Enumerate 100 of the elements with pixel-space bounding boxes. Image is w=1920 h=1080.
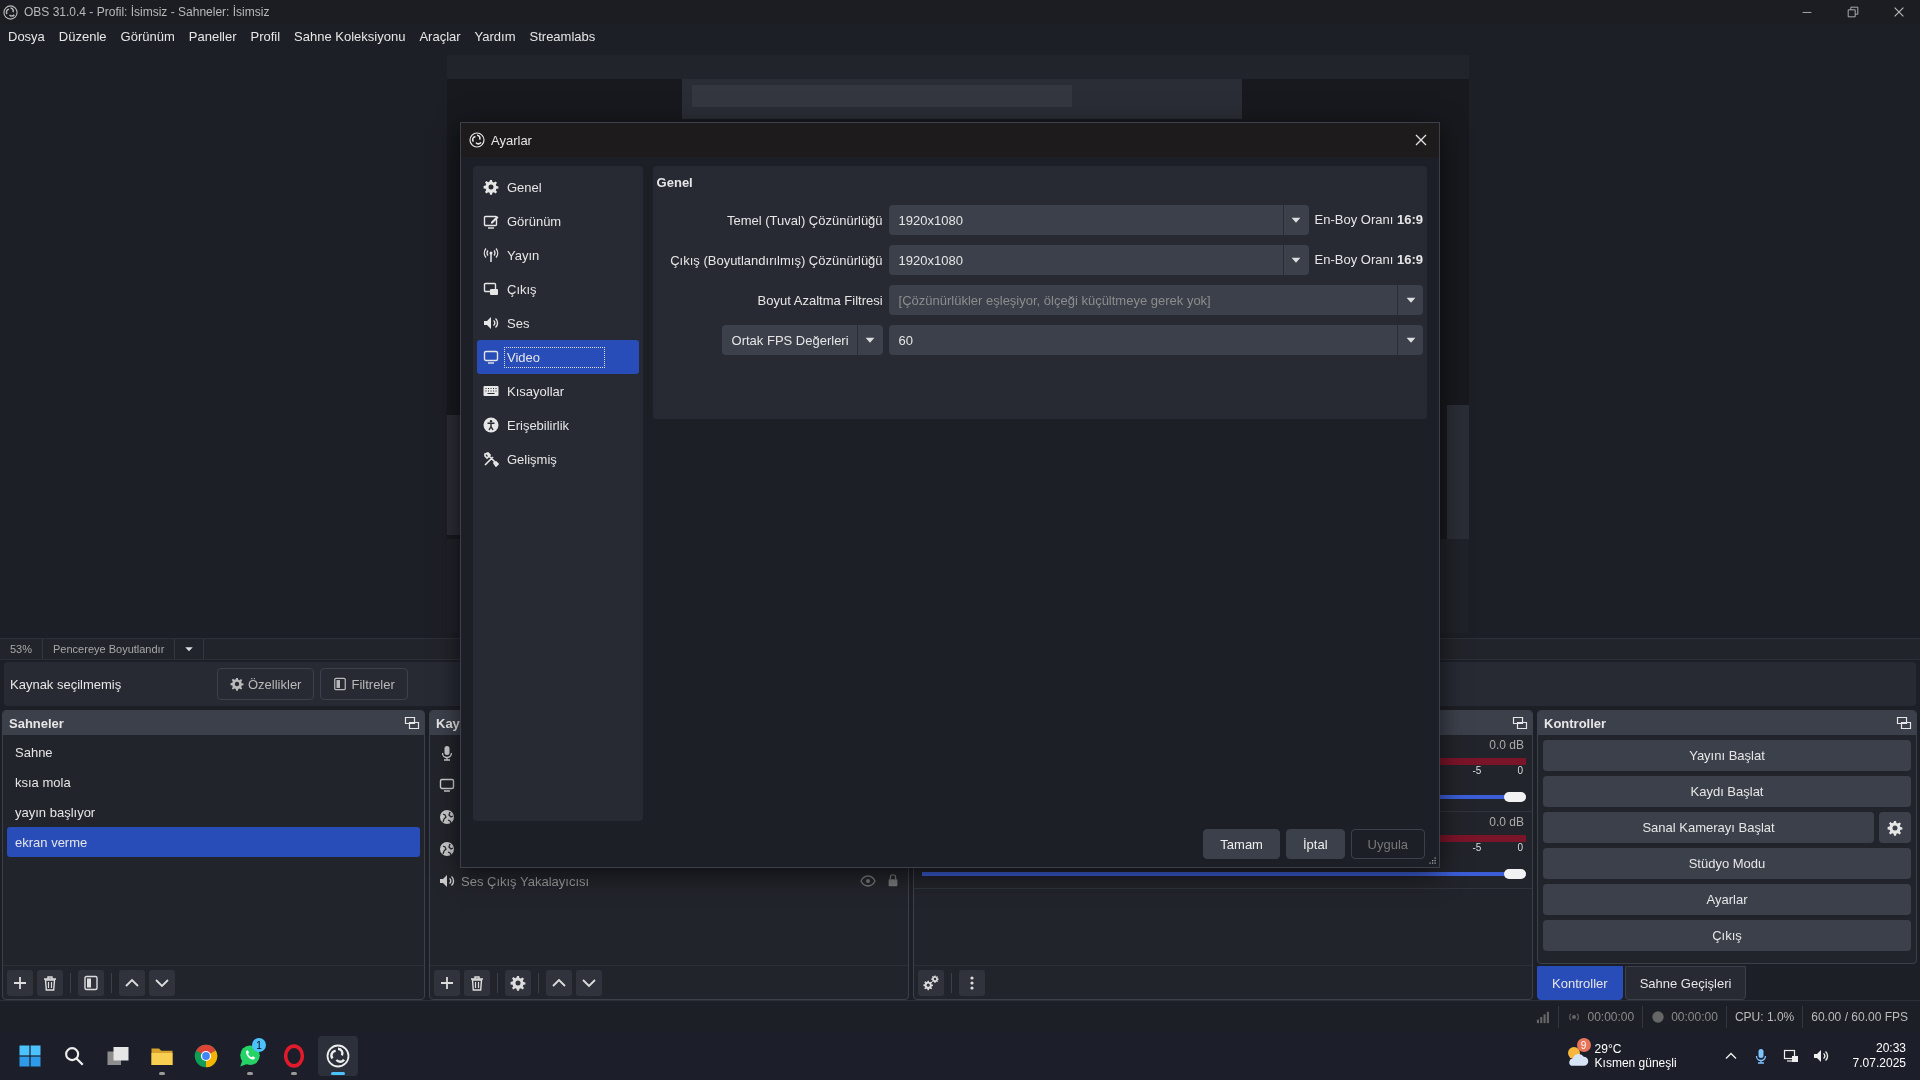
weather-alert-badge: 9 [1576, 1038, 1591, 1052]
control-button[interactable]: Stüdyo Modu [1543, 848, 1911, 879]
meter-tick-label: 0 [1517, 842, 1523, 855]
menu-item[interactable]: Paneller [181, 25, 244, 47]
volume-icon[interactable] [1812, 1048, 1829, 1064]
move-up-button[interactable] [119, 969, 145, 996]
fps-type-dropdown[interactable]: Ortak FPS Değerleri [721, 325, 883, 355]
dock-tab[interactable]: Sahne Geçişleri [1624, 966, 1747, 1000]
undock-icon[interactable] [1896, 715, 1912, 731]
keyboard-icon [483, 383, 499, 399]
menu-item[interactable]: Araçlar [412, 25, 468, 47]
category-item[interactable]: Yayın [477, 238, 639, 272]
add-button[interactable] [7, 969, 33, 996]
obs-logo-icon[interactable] [326, 1044, 350, 1068]
trash-icon [42, 974, 58, 991]
category-item[interactable]: Erişebilirlik [477, 408, 639, 442]
globe-icon [439, 809, 455, 825]
mixer-menu-button[interactable] [959, 969, 985, 996]
menu-item[interactable]: Sahne Koleksiyonu [287, 25, 413, 47]
menu-item[interactable]: Düzenle [51, 25, 114, 47]
clock-time[interactable]: 20:33 [1875, 1041, 1906, 1056]
plus-icon [12, 974, 28, 991]
menu-item[interactable]: Görünüm [113, 25, 182, 47]
filters-button[interactable]: Filtreler [320, 668, 408, 700]
menu-item[interactable]: Streamlabs [522, 25, 603, 47]
scene-item[interactable]: ekran verme [7, 827, 420, 857]
eye-icon[interactable] [860, 873, 876, 889]
ring-icon[interactable] [282, 1044, 306, 1068]
restore-icon[interactable] [1846, 5, 1860, 19]
settings-button[interactable] [1879, 812, 1911, 843]
aspect-ratio-label: En-Boy Oranı 16:9 [1314, 211, 1423, 229]
control-button[interactable]: Yayını Başlat [1543, 740, 1911, 771]
add-button[interactable] [434, 969, 460, 996]
move-up-button[interactable] [546, 969, 572, 996]
cancel-button[interactable]: İptal [1285, 829, 1345, 859]
scene-item[interactable]: ksıa mola [7, 767, 420, 797]
menu-item[interactable]: Yardım [467, 25, 523, 47]
network-icon[interactable] [1782, 1048, 1799, 1064]
menu-item[interactable]: Profil [243, 25, 288, 47]
temperature: 29°C [1594, 1042, 1623, 1056]
scene-item[interactable]: yayın başlıyor [7, 797, 420, 827]
dropdown-field[interactable]: 1920x1080 [888, 205, 1309, 235]
gear-icon [1887, 819, 1903, 836]
output-icon [483, 281, 499, 297]
clock-date[interactable]: 7.07.2025 [1852, 1056, 1906, 1071]
undock-icon[interactable] [1512, 715, 1528, 731]
field-label: Boyut Azaltma Filtresi [756, 291, 883, 310]
search-icon[interactable] [64, 1046, 84, 1066]
category-item[interactable]: Genel [477, 170, 639, 204]
lock-icon[interactable] [886, 873, 900, 887]
category-item[interactable]: Video [477, 340, 639, 374]
scale-mode-label[interactable]: Pencereye Boyutlandır [43, 639, 176, 659]
remove-button[interactable] [464, 969, 490, 996]
move-down-button[interactable] [576, 969, 602, 996]
category-item[interactable]: Kısayollar [477, 374, 639, 408]
task-view-icon[interactable] [106, 1044, 130, 1068]
control-button[interactable]: Sanal Kamerayı Başlat [1543, 812, 1874, 843]
control-button[interactable]: Çıkış [1543, 920, 1911, 951]
group-title: Genel [656, 173, 694, 192]
close-icon[interactable] [1413, 132, 1429, 148]
control-button[interactable]: Ayarlar [1543, 884, 1911, 915]
ok-button[interactable]: Tamam [1203, 829, 1280, 859]
dropdown-field[interactable]: 60 [888, 325, 1423, 355]
slider-thumb[interactable] [1504, 869, 1526, 879]
zoom-level: 53% [0, 639, 44, 659]
browser-icon[interactable] [194, 1044, 218, 1068]
properties-button[interactable]: Özellikler [217, 668, 315, 700]
taskbar-button[interactable]: 1 [230, 1036, 270, 1076]
undock-icon[interactable] [404, 715, 420, 731]
dock-tab[interactable]: Kontroller [1537, 966, 1623, 1000]
advanced-audio-button[interactable] [918, 969, 944, 996]
category-item[interactable]: Çıkış [477, 272, 639, 306]
settings-button[interactable] [505, 969, 531, 996]
app-logo-icon [3, 4, 18, 20]
monitor-icon [483, 349, 499, 365]
remove-button[interactable] [37, 969, 63, 996]
meter-tick-label: -5 [1472, 765, 1482, 778]
gears-icon [923, 974, 939, 991]
accessibility-icon [483, 417, 499, 433]
menu-item[interactable]: Dosya [1, 25, 52, 47]
gear-icon [230, 677, 244, 691]
scene-item[interactable]: Sahne [7, 737, 420, 767]
category-item[interactable]: Gelişmiş [477, 442, 639, 476]
running-indicator [159, 1072, 165, 1075]
close-icon[interactable] [1892, 5, 1906, 19]
category-item[interactable]: Görünüm [477, 204, 639, 238]
category-item[interactable]: Ses [477, 306, 639, 340]
speaker-icon [439, 873, 455, 889]
selection-status: Kaynak seçilmemiş [10, 676, 123, 692]
slider-thumb[interactable] [1504, 792, 1526, 802]
filters-button[interactable] [78, 969, 104, 996]
move-down-button[interactable] [149, 969, 175, 996]
taskbar-button[interactable] [318, 1036, 358, 1076]
windows-logo-icon[interactable] [18, 1044, 42, 1068]
control-button[interactable]: Kaydı Başlat [1543, 776, 1911, 807]
running-indicator [247, 1072, 253, 1075]
source-name[interactable]: Ses Çıkış Yakalayıcısı [461, 873, 590, 889]
meter-tick-label: -5 [1472, 842, 1482, 855]
resize-grip-icon[interactable] [1427, 855, 1437, 865]
dropdown-field[interactable]: 1920x1080 [888, 245, 1309, 275]
